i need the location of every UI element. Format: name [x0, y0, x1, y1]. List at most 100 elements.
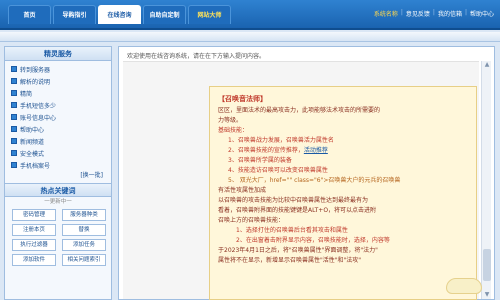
chat-log[interactable]: 【召唤音法师】 区区，里面法术的最高攻击力，此项能够法术攻击的所需要的 力等级。 …	[123, 61, 479, 300]
reply-line-text: 4、技能造访召唤可以改变召唤兽属性	[228, 167, 328, 174]
sidebar-item-label: 手机档案号	[20, 162, 51, 170]
sidebar-item-label: 安全模式	[20, 150, 45, 158]
refresh-list-link[interactable]: [换一批]	[5, 171, 111, 181]
bullet-icon	[11, 126, 17, 132]
keyword-button[interactable]: 添加任务	[62, 239, 106, 251]
keyword-button[interactable]: 添加软件	[12, 254, 56, 266]
keyword-button[interactable]: 密码管理	[12, 209, 56, 221]
sub-header-strip	[0, 32, 500, 42]
chat-input-bubble-icon	[446, 278, 482, 294]
sidebar-item[interactable]: 解析的说明	[11, 75, 105, 87]
chat-panel: 欢迎使用在线咨询系统，请在在下方输入提问内容。 【召唤音法师】 区区，里面法术的…	[118, 46, 495, 300]
reply-line-text: 以召唤兽的攻击技能为比较中召唤兽属性达到最终最有为	[218, 197, 369, 204]
keyword-grid: 密码管理 服务器种类 注册本页 替换 执行过滤器 添加任务 添加软件 相关问题索…	[5, 207, 111, 268]
reply-link[interactable]: 活动推荐	[304, 147, 328, 154]
keyword-button[interactable]: 服务器种类	[62, 209, 106, 221]
reply-line-text: 于2023年4月1日之后，将"召唤兽属性"界面调整，将"法力"	[218, 247, 378, 254]
reply-line-text: 属性将不在显示，新增显示召唤兽属性"活性"和"法攻"	[218, 257, 362, 264]
sidebar-item-label: 帮助中心	[20, 126, 45, 134]
help-center-link[interactable]: 帮助中心	[470, 9, 494, 18]
system-name-link[interactable]: 系统名称	[374, 9, 398, 18]
welcome-message: 欢迎使用在线咨询系统，请在在下方输入提问内容。	[127, 53, 266, 60]
sidebar-item-label: 账号信息中心	[20, 114, 57, 122]
tab-online-consult[interactable]: 在线咨询	[98, 5, 141, 24]
sidebar-item-label: 精简	[20, 90, 33, 98]
sidebar-item[interactable]: 精简	[11, 87, 105, 99]
reply-line-text: 有活性攻属性加成	[218, 187, 267, 194]
divider: |	[400, 9, 403, 16]
reply-line: 5、 双光大厂，href="" class="6">召唤兽大户的元兵的召唤兽	[218, 176, 468, 186]
sidebar-item[interactable]: 手机短信多少	[11, 99, 105, 111]
sidebar-item[interactable]: 帮助中心	[11, 123, 105, 135]
reply-line-text: 区区，里面法术的最高攻击力，此项能够法术攻击的所需要的	[218, 107, 381, 114]
reply-line-text: 看着，召唤兽附界面的技能键键是ALT+O，将可以点击进附	[218, 207, 377, 214]
tab-site-master[interactable]: 网站大师	[188, 5, 231, 24]
tab-home[interactable]: 首页	[8, 5, 51, 24]
reply-line: 召唤上方的召唤兽技能：	[218, 216, 468, 226]
bullet-icon	[11, 66, 17, 72]
sidebar-item[interactable]: 安全模式	[11, 147, 105, 159]
sidebar-item[interactable]: 新闻频道	[11, 135, 105, 147]
divider: |	[464, 9, 467, 16]
bullet-icon	[11, 138, 17, 144]
sidebar-item-label: 手机短信多少	[20, 102, 57, 110]
reply-line: 属性将不在显示，新增显示召唤兽属性"活性"和"法攻"	[218, 256, 468, 266]
sidebar-item[interactable]: 手机档案号	[11, 159, 105, 171]
scroll-down-icon[interactable]: ▼	[483, 291, 491, 299]
reply-line: 1、选择打住的召唤兽后台看其攻击和属性	[218, 226, 468, 236]
sidebar-item[interactable]: 转到服务器	[11, 63, 105, 75]
reply-line: 有活性攻属性加成	[218, 186, 468, 196]
top-nav: 首页 导购指引 在线咨询 自助自定制 网站大师 系统名称 | 意见反馈 | 我的…	[0, 0, 500, 30]
bullet-icon	[11, 78, 17, 84]
keyword-button[interactable]: 注册本页	[12, 224, 56, 236]
keywords-subtitle: 一更新中一	[44, 199, 72, 205]
reply-line: 于2023年4月1日之后，将"召唤兽属性"界面调整，将"法力"	[218, 246, 468, 256]
bullet-icon	[11, 90, 17, 96]
sidebar-list: 转到服务器 解析的说明 精简 手机短信多少 账号信息中心 帮助中心 新闻频道 安…	[5, 61, 111, 171]
reply-line-text: 1、选择打住的召唤兽后台看其攻击和属性	[236, 227, 348, 234]
reply-line: 2、在出窗着击附界显示内容，召唤技能时，选择，内容等	[218, 236, 468, 246]
sidebar-item[interactable]: 账号信息中心	[11, 111, 105, 123]
reply-body: 区区，里面法术的最高攻击力，此项能够法术攻击的所需要的 力等级。 基础技能： 1、召…	[218, 106, 468, 266]
reply-line-text: 2、在出窗着击附界显示内容，召唤技能时，选择，内容等	[236, 237, 390, 244]
reply-title: 【召唤音法师】	[218, 95, 267, 103]
tab-self-custom[interactable]: 自助自定制	[143, 5, 186, 24]
reply-line-text: 3、召唤兽所学属的装备	[228, 157, 292, 164]
reply-line-text: 召唤上方的召唤兽技能：	[218, 217, 285, 224]
reply-line: 区区，里面法术的最高攻击力，此项能够法术攻击的所需要的	[218, 106, 468, 116]
scrollbar[interactable]: ▲ ▼	[481, 61, 491, 299]
keyword-button[interactable]: 相关问题索引	[62, 254, 106, 266]
scroll-thumb[interactable]	[483, 249, 491, 281]
sidebar-item-label: 解析的说明	[20, 78, 51, 86]
reply-line: 2、召唤兽技能的宣传推荐，活动推荐	[218, 146, 468, 156]
keyword-button[interactable]: 执行过滤器	[12, 239, 56, 251]
scroll-up-icon[interactable]: ▲	[483, 61, 491, 69]
reply-line: 力等级。	[218, 116, 468, 126]
sidebar-title: 精灵服务	[5, 47, 111, 61]
reply-line-text: 力等级。	[218, 117, 243, 124]
sidebar-item-label: 新闻频道	[20, 138, 45, 146]
top-links: 系统名称 | 意见反馈 | 我的信箱 | 帮助中心	[374, 9, 494, 18]
bullet-icon	[11, 162, 17, 168]
sidebar: 精灵服务 转到服务器 解析的说明 精简 手机短信多少 账号信息中心 帮助中心 新…	[4, 46, 112, 300]
reply-line-text: 基础技能：	[218, 127, 249, 134]
feedback-link[interactable]: 意见反馈	[406, 9, 430, 18]
reply-line-text: 1、召唤兽战力发展，召唤兽活力属性名	[228, 137, 334, 144]
reply-line-text: 2、召唤兽技能的宣传推荐，	[228, 147, 304, 154]
keywords-title: 热点关键词	[5, 183, 111, 197]
mailbox-link[interactable]: 我的信箱	[438, 9, 462, 18]
reply-line-text: 5、 双光大厂，href="" class="6">召唤兽大户的元兵的召唤兽	[228, 177, 401, 184]
reply-line: 3、召唤兽所学属的装备	[218, 156, 468, 166]
reply-line: 基础技能：	[218, 126, 468, 136]
reply-line: 1、召唤兽战力发展，召唤兽活力属性名	[218, 136, 468, 146]
bullet-icon	[11, 150, 17, 156]
bullet-icon	[11, 102, 17, 108]
divider: |	[432, 9, 435, 16]
reply-line: 看着，召唤兽附界面的技能键键是ALT+O，将可以点击进附	[218, 206, 468, 216]
reply-bubble: 【召唤音法师】 区区，里面法术的最高攻击力，此项能够法术攻击的所需要的 力等级。 …	[209, 86, 477, 300]
reply-line: 4、技能造访召唤可以改变召唤兽属性	[218, 166, 468, 176]
bullet-icon	[11, 114, 17, 120]
tab-guide[interactable]: 导购指引	[53, 5, 96, 24]
reply-line: 以召唤兽的攻击技能为比较中召唤兽属性达到最终最有为	[218, 196, 468, 206]
keyword-button[interactable]: 替换	[62, 224, 106, 236]
